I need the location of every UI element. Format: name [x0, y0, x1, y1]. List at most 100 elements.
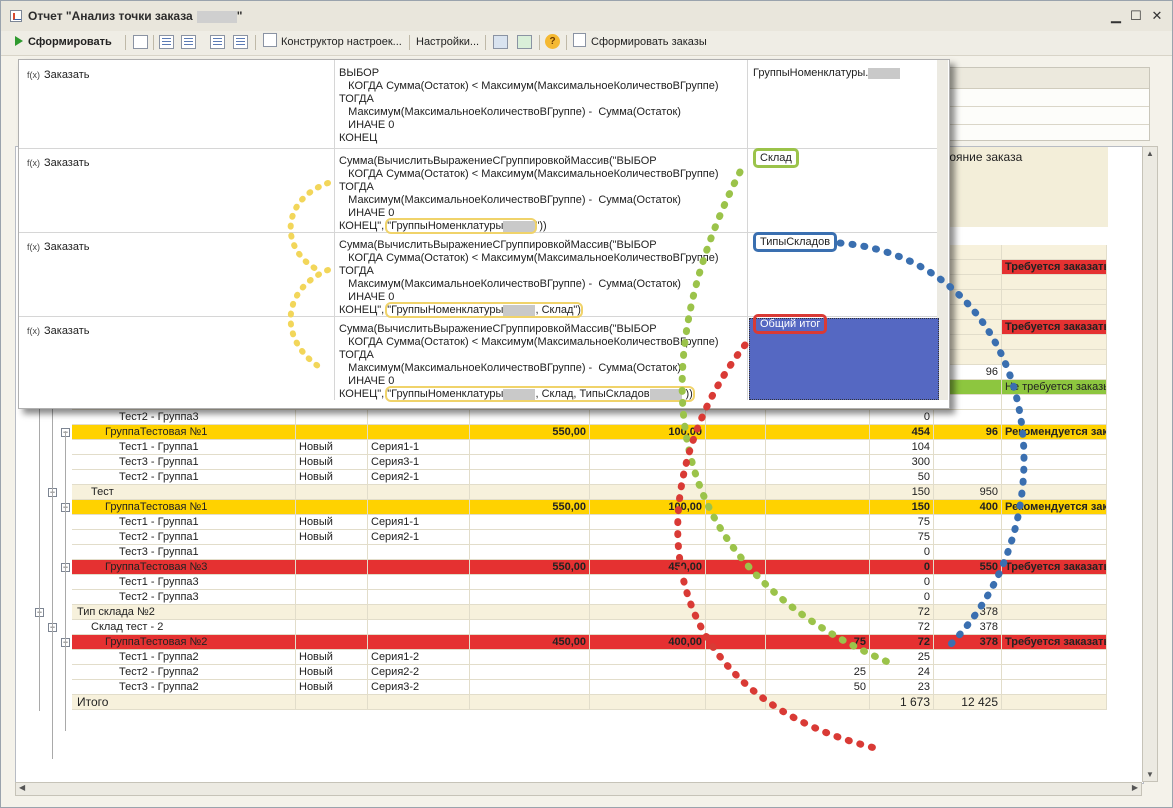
table-row[interactable]: Тест2 - Группа1 Новый Серия2-1 75: [72, 530, 1107, 545]
wrench-icon: [263, 33, 277, 47]
table-cell: [470, 515, 590, 530]
table-cell: Новый: [296, 530, 368, 545]
table-cell: 75: [766, 635, 870, 650]
table-cell: [706, 515, 766, 530]
row-label: Тест: [72, 485, 296, 500]
table-row[interactable]: ГруппаТестовая №3 550,00 450,00 0 550 Требует…: [72, 560, 1107, 575]
table-cell: [590, 575, 706, 590]
table-cell: [590, 440, 706, 455]
table-row[interactable]: Тест2 - Группа1 Новый Серия2-1 50: [72, 470, 1107, 485]
table-cell: [470, 605, 590, 620]
form-report-button[interactable]: Сформировать: [15, 33, 112, 51]
table-cell: [590, 545, 706, 560]
save-settings-icon[interactable]: [493, 35, 508, 49]
scroll-left-icon[interactable]: ◀: [19, 783, 25, 792]
formula-text: Сумма(ВычислитьВыражениеСГруппировкойМас…: [339, 323, 744, 402]
form-orders-button[interactable]: Сформировать заказы: [573, 33, 707, 51]
resource-name: f(x) Заказать: [27, 325, 90, 337]
table-cell: [470, 650, 590, 665]
table-row[interactable]: Итого 1 673 12 425: [72, 695, 1107, 710]
scroll-down-icon[interactable]: ▼: [1146, 770, 1154, 779]
formula-end: , Склад"): [535, 304, 581, 316]
toolbar-separator: [125, 35, 126, 50]
table-cell: [296, 605, 368, 620]
row-label: Тест3 - Группа2: [72, 680, 296, 695]
table-cell: 950: [934, 485, 1002, 500]
table-cell: 450,00: [470, 635, 590, 650]
table-row[interactable]: Тест 150 950: [72, 485, 1107, 500]
table-cell: Серия2-2: [368, 665, 470, 680]
table-row[interactable]: Тест2 - Группа3 0: [72, 590, 1107, 605]
table-row[interactable]: Тест3 - Группа1 0: [72, 545, 1107, 560]
vertical-scrollbar[interactable]: ▲ ▼: [1142, 146, 1158, 782]
list-icon[interactable]: [233, 35, 248, 49]
table-row[interactable]: Тест1 - Группа1 Новый Серия1-1 104: [72, 440, 1107, 455]
table-cell: Новый: [296, 455, 368, 470]
table-cell: [470, 665, 590, 680]
table-cell: 400,00: [590, 635, 706, 650]
function-icon: f(x): [27, 326, 40, 336]
toolbar: Сформировать Конструктор настроек... Нас…: [1, 31, 1172, 56]
status-cell: [1002, 650, 1107, 665]
table-row[interactable]: ГруппаТестовая №1 550,00 100,00 150 400 Реком…: [72, 500, 1107, 515]
table-row[interactable]: Склад тест - 2 72 378: [72, 620, 1107, 635]
grouping-highlight-red: Общий итог: [753, 314, 828, 334]
scroll-up-icon[interactable]: ▲: [1146, 149, 1154, 158]
table-row[interactable]: Тест3 - Группа2 Новый Серия3-2 50 23: [72, 680, 1107, 695]
table-cell: [296, 635, 368, 650]
popup-row[interactable]: f(x) Заказать Сумма(ВычислитьВыражениеСГр…: [19, 148, 937, 234]
status-cell: [1002, 350, 1107, 365]
play-icon: [15, 36, 23, 46]
table-cell: Серия3-1: [368, 455, 470, 470]
help-icon[interactable]: ?: [545, 34, 560, 49]
status-cell: [1002, 440, 1107, 455]
table-cell: [296, 485, 368, 500]
maximize-icon[interactable]: ☐: [1129, 9, 1143, 23]
function-icon: f(x): [27, 242, 40, 252]
table-row[interactable]: Тест3 - Группа1 Новый Серия3-1 300: [72, 455, 1107, 470]
table-cell: [368, 500, 470, 515]
table-row[interactable]: Тест2 - Группа3 0: [72, 410, 1107, 425]
table-cell: [706, 485, 766, 500]
table-cell: [368, 410, 470, 425]
table-row[interactable]: Тест1 - Группа3 0: [72, 575, 1107, 590]
row-label: Тест2 - Группа2: [72, 665, 296, 680]
table-icon[interactable]: [210, 35, 225, 49]
grouping-highlight-blue: ТипыСкладов: [753, 232, 838, 252]
horizontal-scrollbar[interactable]: ◀ ▶: [15, 782, 1142, 796]
table-cell: [706, 425, 766, 440]
table-cell: [296, 545, 368, 560]
settings-constructor-button[interactable]: Конструктор настроек...: [263, 33, 402, 51]
table-cell: [296, 500, 368, 515]
table-cell: [706, 575, 766, 590]
table-cell: 550: [934, 560, 1002, 575]
chart-icon[interactable]: [133, 35, 148, 49]
window-title-end: ": [236, 9, 243, 23]
settings-button[interactable]: Настройки...: [416, 33, 479, 51]
close-icon[interactable]: ✕: [1150, 9, 1164, 23]
table-row[interactable]: Тест1 - Группа2 Новый Серия1-2 25: [72, 650, 1107, 665]
grid-settings-icon[interactable]: [159, 35, 174, 49]
table-row[interactable]: ГруппаТестовая №1 550,00 100,00 454 96 Рекоме…: [72, 425, 1107, 440]
grouping-text: Общий итог: [753, 314, 828, 334]
table-row[interactable]: Тип склада №2 72 378: [72, 605, 1107, 620]
tree-icon[interactable]: [181, 35, 196, 49]
formula-text: Сумма(ВычислитьВыражениеСГруппировкойМас…: [339, 155, 744, 234]
table-cell: Новый: [296, 470, 368, 485]
table-row[interactable]: Тест2 - Группа2 Новый Серия2-2 25 24: [72, 665, 1107, 680]
table-row[interactable]: ГруппаТестовая №2 450,00 400,00 75 72 378 Треб…: [72, 635, 1107, 650]
form-orders-label: Сформировать заказы: [591, 36, 707, 48]
scroll-right-icon[interactable]: ▶: [1132, 783, 1138, 792]
function-icon: f(x): [27, 70, 40, 80]
popup-row[interactable]: f(x) Заказать Сумма(ВычислитьВыражениеСГр…: [19, 232, 937, 318]
table-cell: 150: [870, 485, 934, 500]
popup-row[interactable]: f(x) Заказать ВЫБОР КОГДА Сумма(Остаток) …: [19, 60, 937, 149]
load-settings-icon[interactable]: [517, 35, 532, 49]
report-app-icon: [10, 10, 22, 22]
row-label: Тест2 - Группа1: [72, 470, 296, 485]
table-row[interactable]: Тест1 - Группа1 Новый Серия1-1 75: [72, 515, 1107, 530]
minimize-icon[interactable]: ▁: [1109, 9, 1123, 23]
table-cell: [766, 605, 870, 620]
table-cell: 23: [870, 680, 934, 695]
status-cell: Требуется заказать: [1002, 320, 1107, 335]
